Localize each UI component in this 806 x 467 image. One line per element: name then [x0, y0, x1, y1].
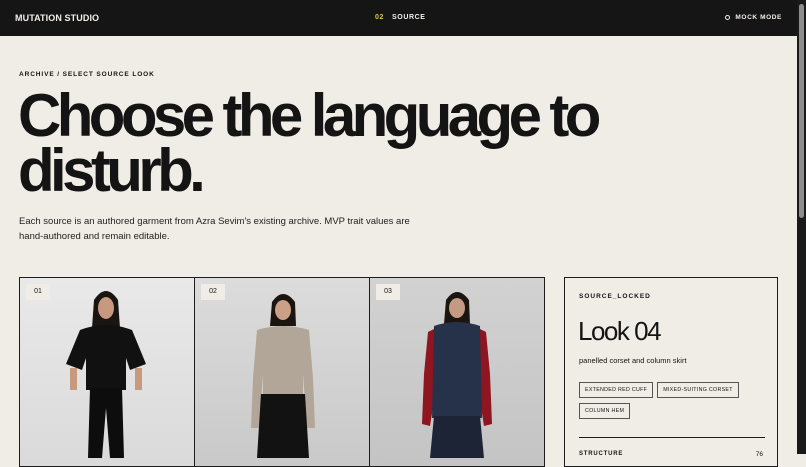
look-card-03[interactable]: 03	[370, 278, 544, 466]
trait-chip[interactable]: EXTENDED RED CUFF	[579, 382, 654, 398]
stat-label: STRUCTURE	[579, 451, 624, 457]
status-label: SOURCE_LOCKED	[579, 293, 651, 300]
look-photo-03	[422, 292, 492, 458]
intro-text: Each source is an authored garment from …	[19, 216, 410, 242]
look-gallery: 01 02 03	[19, 277, 545, 467]
trait-chip[interactable]: MIXED-SUITING CORSET	[657, 382, 739, 398]
top-bar: MUTATION STUDIO 02 SOURCE MOCK MODE	[0, 0, 797, 36]
step-indicator[interactable]: 02 SOURCE	[375, 14, 426, 21]
status-dot-icon	[725, 15, 731, 20]
stat-value: 76	[755, 451, 763, 458]
look-photo-01	[66, 291, 146, 458]
look-description: panelled corset and column skirt	[579, 356, 687, 365]
source-detail-panel: SOURCE_LOCKED Look 04 panelled corset an…	[564, 277, 778, 467]
scrollbar-thumb[interactable]	[799, 4, 804, 218]
look-card-02[interactable]: 02	[195, 278, 370, 466]
page-title: Choose the language to disturb.	[18, 82, 601, 204]
breadcrumb: ARCHIVE / SELECT SOURCE LOOK	[19, 71, 155, 78]
selected-look-title: Look 04	[578, 316, 662, 346]
mock-mode-toggle[interactable]: MOCK MODE	[725, 14, 782, 21]
mock-mode-label: MOCK MODE	[735, 14, 782, 21]
look-number-badge: 02	[201, 284, 225, 300]
trait-tags: EXTENDED RED CUFF MIXED-SUITING CORSET C…	[579, 382, 769, 419]
look-photo-02	[251, 294, 315, 458]
look-card-01[interactable]: 01	[20, 278, 195, 466]
divider	[579, 437, 765, 438]
look-number-badge: 03	[376, 284, 400, 300]
trait-chip[interactable]: COLUMN HEM	[579, 403, 631, 419]
look-number-badge: 01	[26, 284, 50, 300]
step-label: SOURCE	[392, 14, 426, 21]
brand-logo[interactable]: MUTATION STUDIO	[15, 13, 99, 23]
step-number: 02	[375, 14, 384, 21]
